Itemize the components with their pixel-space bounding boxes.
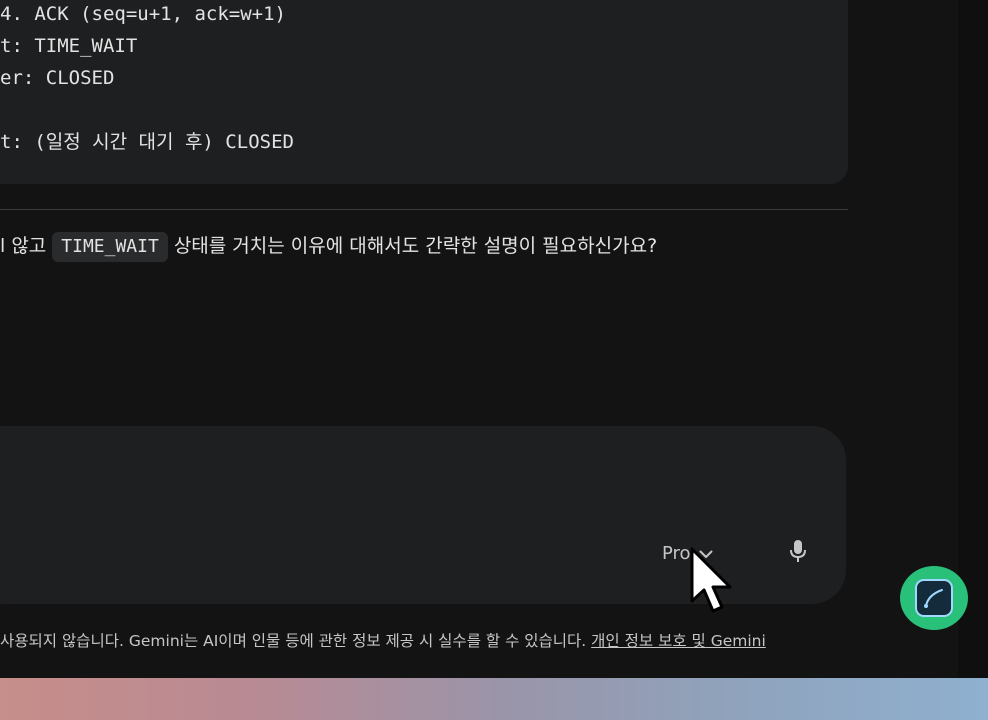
model-selector-button[interactable]: Pro bbox=[662, 538, 715, 570]
code-line: t: TIME_WAIT bbox=[0, 35, 138, 57]
prompt-input-box[interactable] bbox=[0, 426, 846, 604]
right-edge-panel bbox=[958, 0, 988, 678]
desktop-wallpaper bbox=[0, 678, 988, 720]
inline-code: TIME_WAIT bbox=[52, 232, 168, 262]
disclaimer-footer: 사용되지 않습니다. Gemini는 AI이며 인물 등에 관한 정보 제공 시… bbox=[0, 628, 870, 654]
code-block: 4. ACK (seq=u+1, ack=w+1) t: TIME_WAIT e… bbox=[0, 0, 848, 184]
chevron-down-icon bbox=[697, 545, 715, 563]
model-selector-label: Pro bbox=[662, 543, 691, 564]
code-line: 4. ACK (seq=u+1, ack=w+1) bbox=[0, 3, 286, 25]
screen: 4. ACK (seq=u+1, ack=w+1) t: TIME_WAIT e… bbox=[0, 0, 988, 720]
code-line: er: CLOSED bbox=[0, 67, 115, 89]
disclaimer-text: 사용되지 않습니다. Gemini는 AI이며 인물 등에 관한 정보 제공 시… bbox=[0, 632, 587, 650]
pen-curve-icon bbox=[915, 579, 953, 617]
code-line: t: (일정 시간 대기 후) CLOSED bbox=[0, 131, 294, 153]
response-text-before: l 않고 bbox=[0, 235, 47, 257]
response-divider bbox=[0, 209, 848, 210]
floating-action-button[interactable] bbox=[900, 566, 968, 630]
microphone-button[interactable] bbox=[782, 536, 814, 570]
privacy-link[interactable]: 개인 정보 보호 및 Gemini bbox=[591, 632, 766, 650]
response-text: l 않고 TIME_WAIT 상태를 거치는 이유에 대해서도 간략한 설명이 필요… bbox=[0, 228, 848, 264]
gemini-app-window: 4. ACK (seq=u+1, ack=w+1) t: TIME_WAIT e… bbox=[0, 0, 988, 678]
mic-icon bbox=[788, 538, 808, 568]
response-text-after: 상태를 거치는 이유에 대해서도 간략한 설명이 필요하신가요? bbox=[173, 235, 658, 257]
